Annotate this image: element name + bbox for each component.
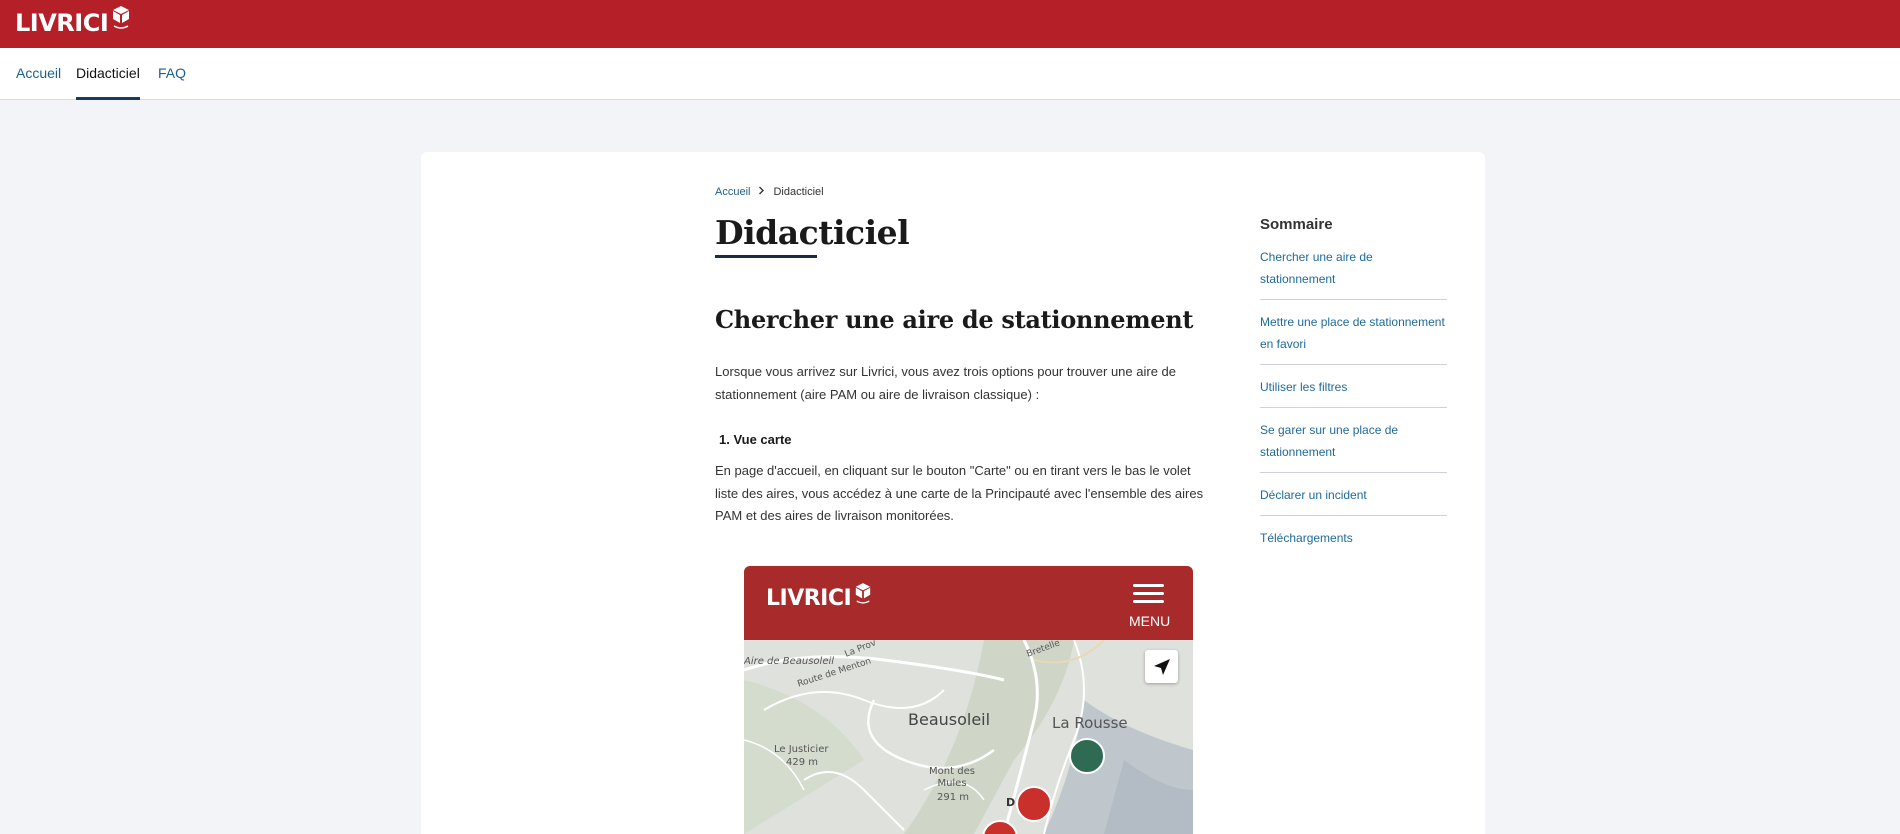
map-marker-green: [1069, 738, 1105, 774]
map-label-aire: Aire de Beausoleil: [744, 656, 835, 667]
sommaire-item-chercher[interactable]: Chercher une aire de stationnement: [1260, 246, 1447, 300]
sommaire-title: Sommaire: [1260, 216, 1333, 233]
title-underline: [715, 255, 817, 258]
map-label-marker-letter: D: [1006, 796, 1016, 809]
box-logo-icon: [111, 4, 131, 36]
map-label-peak2: Mont des Mules: [929, 766, 975, 789]
intro-paragraph: Lorsque vous arrivez sur Livrici, vous a…: [715, 364, 1176, 402]
nav-faq[interactable]: FAQ: [158, 48, 186, 100]
map-marker-red: [1016, 786, 1052, 822]
sommaire-item-incident[interactable]: Déclarer un incident: [1260, 484, 1447, 516]
section-title: Chercher une aire de stationnement: [715, 305, 1194, 334]
map-background: [744, 639, 1193, 834]
nav-didacticiel[interactable]: Didacticiel: [76, 48, 140, 100]
breadcrumb-home[interactable]: Accueil: [715, 186, 750, 198]
locate-button: [1145, 650, 1178, 683]
map-label-town: Beausoleil: [908, 710, 991, 729]
phone-brand-logo: LIVRICI: [766, 583, 872, 611]
phone-menu-button: MENU: [1129, 582, 1171, 630]
breadcrumb-current: Didacticiel: [773, 186, 824, 198]
phone-header: LIVRICI MENU: [744, 566, 1193, 640]
phone-map: Aire de Beausoleil Route de Menton La Pr…: [744, 638, 1193, 834]
nav-accueil[interactable]: Accueil: [16, 48, 61, 100]
top-bar: LIVRICI: [0, 0, 1900, 48]
box-logo-icon: [854, 581, 872, 611]
phone-menu-label: MENU: [1129, 613, 1171, 629]
step-paragraph: En page d'accueil, en cliquant sur le bo…: [715, 463, 1204, 523]
location-arrow-icon: [1153, 658, 1170, 675]
breadcrumb: Accueil Didacticiel: [715, 186, 824, 198]
hamburger-icon: [1133, 584, 1164, 587]
page-title: Didacticiel: [715, 213, 910, 252]
map-label-peak2-alt: 291 m: [937, 792, 970, 803]
sommaire-list: Chercher une aire de stationnement Mettr…: [1260, 246, 1447, 569]
chevron-right-icon: [758, 186, 765, 198]
map-label-peak1-alt: 429 m: [786, 757, 819, 768]
step-label: 1. Vue carte: [719, 432, 792, 447]
map-label-peak1: Le Justicier: [774, 744, 829, 755]
sommaire-item-garer[interactable]: Se garer sur une place de stationnement: [1260, 419, 1447, 473]
brand-logo[interactable]: LIVRICI: [15, 6, 131, 38]
sommaire-item-telechargements[interactable]: Téléchargements: [1260, 527, 1447, 558]
phone-screenshot: LIVRICI MENU Aire de Beausoleil Route de…: [744, 566, 1193, 834]
phone-brand-name: LIVRICI: [766, 586, 852, 611]
sommaire-item-favori[interactable]: Mettre une place de stationnement en fav…: [1260, 311, 1447, 365]
sommaire-item-filtres[interactable]: Utiliser les filtres: [1260, 376, 1447, 408]
map-label-district: La Rousse: [1052, 714, 1128, 732]
brand-name: LIVRICI: [15, 9, 109, 37]
main-nav: Accueil Didacticiel FAQ: [0, 48, 1900, 100]
